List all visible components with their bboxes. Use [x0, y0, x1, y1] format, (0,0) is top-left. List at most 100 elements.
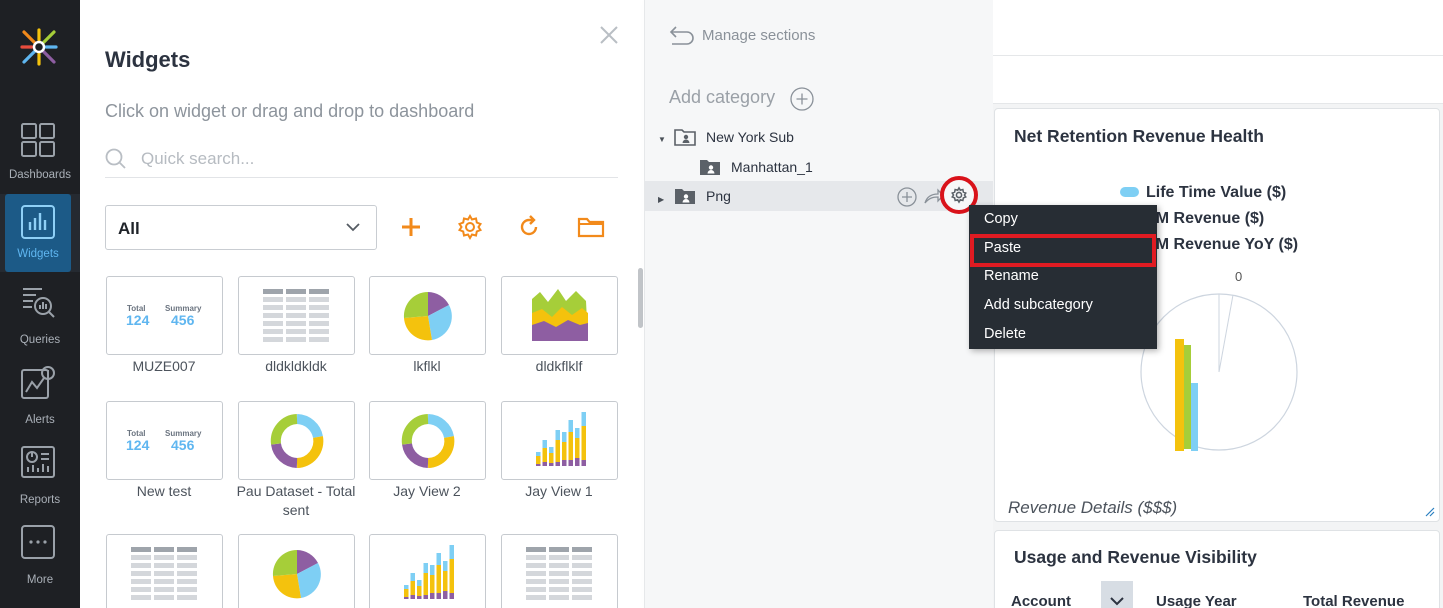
widget-thumbnail-table [263, 289, 329, 342]
widget-thumbnail-table [131, 547, 197, 600]
settings-gear-icon[interactable] [456, 213, 484, 241]
widget-tile[interactable] [501, 401, 618, 480]
widget-tile[interactable] [106, 534, 223, 608]
widget-tile[interactable] [501, 276, 618, 355]
widgets-scrollbar[interactable] [638, 268, 643, 328]
widgets-subtitle: Click on widget or drag and drop to dash… [105, 101, 475, 121]
widgets-title: Widgets [105, 47, 191, 72]
widget-tile[interactable] [369, 276, 486, 355]
add-category-plus-icon[interactable] [790, 87, 814, 111]
widget-thumbnail-donut [401, 414, 455, 468]
polar-chart [1140, 293, 1298, 451]
folder-user-icon [674, 129, 696, 146]
close-icon[interactable] [599, 25, 619, 45]
widget-tile[interactable]: Total 124 Summary 456 [106, 276, 223, 355]
widget-tile[interactable] [238, 534, 355, 608]
nav-more[interactable]: More [0, 522, 80, 600]
column-header-usage-year[interactable]: Usage Year [1156, 593, 1237, 608]
widget-tile[interactable] [238, 276, 355, 355]
category-filter-select[interactable]: All [105, 205, 377, 250]
widget-tile[interactable] [369, 534, 486, 608]
nav-dashboards[interactable]: Dashboards [0, 118, 80, 196]
search-input[interactable] [141, 146, 611, 172]
widget-tile[interactable] [369, 401, 486, 480]
dashboard-header [993, 0, 1443, 56]
widget-tile[interactable]: Total 124 Summary 456 [106, 401, 223, 480]
widget-card-usage-revenue[interactable]: Usage and Revenue Visibility Account Usa… [994, 530, 1440, 608]
svg-text:124: 124 [126, 437, 150, 453]
column-header-total-revenue[interactable]: Total Revenue [1303, 593, 1404, 608]
widget-tile-caption: New test [136, 483, 192, 499]
folder-icon[interactable] [576, 213, 606, 241]
manage-sections-label: Manage sections [702, 27, 816, 44]
legend-label: TM Revenue ($) [1146, 210, 1265, 227]
widget-tile[interactable] [501, 534, 618, 608]
widget-tile-caption: Jay View 2 [393, 483, 461, 499]
svg-text:456: 456 [171, 312, 195, 328]
tree-item-label: Manhattan_1 [731, 159, 813, 175]
sort-dropdown-button[interactable] [1101, 581, 1133, 608]
add-widget-icon[interactable] [397, 213, 425, 241]
folder-user-icon [675, 189, 695, 204]
svg-text:124: 124 [126, 312, 150, 328]
widget-tile-caption: Pau Dataset - Total sent [236, 483, 356, 518]
tree-item-label: Png [706, 188, 731, 204]
legend-label: Life Time Value ($) [1146, 184, 1287, 201]
widget-tile[interactable] [238, 401, 355, 480]
menu-item-copy[interactable]: Copy [969, 205, 1157, 233]
search-icon [105, 148, 126, 169]
menu-item-delete[interactable]: Delete [969, 320, 1157, 348]
widget-thumbnail-kpi: Total124Summary456 [126, 429, 202, 453]
widget-thumbnail-bars [536, 412, 586, 466]
chevron-down-icon [1110, 597, 1124, 606]
legend-swatch [1120, 187, 1139, 197]
nav-alerts[interactable]: Alerts [0, 362, 80, 440]
category-filter-value: All [118, 219, 140, 238]
more-icon [21, 525, 55, 559]
queries-icon [23, 288, 55, 318]
chevron-down-icon [346, 223, 360, 232]
widgets-panel: Widgets Click on widget or drag and drop… [80, 0, 644, 608]
tree-item-new-york-sub[interactable]: ▼ New York Sub [645, 122, 994, 152]
widget-title: Net Retention Revenue Health [1014, 126, 1264, 146]
resize-handle-icon[interactable] [1425, 507, 1435, 517]
sections-panel: Manage sections Add category ▼ New York … [644, 0, 994, 608]
alerts-icon [21, 366, 55, 399]
app-logo [20, 28, 58, 66]
refresh-icon[interactable] [515, 213, 543, 241]
nav-reports[interactable]: Reports [0, 442, 80, 520]
menu-item-rename[interactable]: Rename [969, 262, 1157, 290]
widget-thumbnail-area [532, 289, 588, 341]
add-category-label: Add category [669, 87, 776, 107]
gear-icon [951, 186, 967, 204]
menu-item-add-subcategory[interactable]: Add subcategory [969, 291, 1157, 319]
column-header-account[interactable]: Account [1011, 593, 1071, 608]
dashboard-toolbar [993, 56, 1443, 104]
context-menu: Copy Paste Rename Add subcategory Delete [969, 205, 1157, 349]
add-subcategory-icon[interactable] [896, 186, 918, 208]
widget-thumbnail-table [526, 547, 592, 600]
axis-zero-label: 0 [1235, 269, 1243, 284]
reports-icon [21, 446, 55, 478]
tree-item-label: New York Sub [706, 129, 794, 145]
dashboards-icon [21, 123, 55, 157]
bar-tm-revenue-yoy [1184, 345, 1191, 449]
widget-thumbnail-kpi: Total124Summary456 [126, 304, 202, 328]
widget-tile-caption: MUZE007 [132, 358, 196, 374]
nav-widgets[interactable]: Widgets [0, 194, 80, 272]
bar-tm-revenue [1175, 339, 1184, 451]
svg-text:456: 456 [171, 437, 195, 453]
widget-tile-caption: dldkldkldk [265, 358, 327, 374]
widget-thumbnail-bars [404, 545, 454, 599]
expand-right-icon[interactable]: ▶ [658, 195, 664, 204]
widget-thumbnail-donut [270, 414, 324, 468]
widget-search [105, 142, 618, 178]
widget-tile-caption: dldkflklf [535, 358, 583, 374]
widget-thumbnail-pie [272, 549, 321, 599]
widget-tile-caption: Jay View 1 [525, 483, 593, 499]
widget-footer-label: Revenue Details ($$$) [1008, 498, 1178, 517]
nav-queries[interactable]: Queries [0, 282, 80, 360]
expand-down-icon[interactable]: ▼ [658, 135, 666, 144]
tree-item-manhattan-1[interactable]: Manhattan_1 [645, 152, 994, 182]
bar-life-time-value [1191, 383, 1198, 451]
